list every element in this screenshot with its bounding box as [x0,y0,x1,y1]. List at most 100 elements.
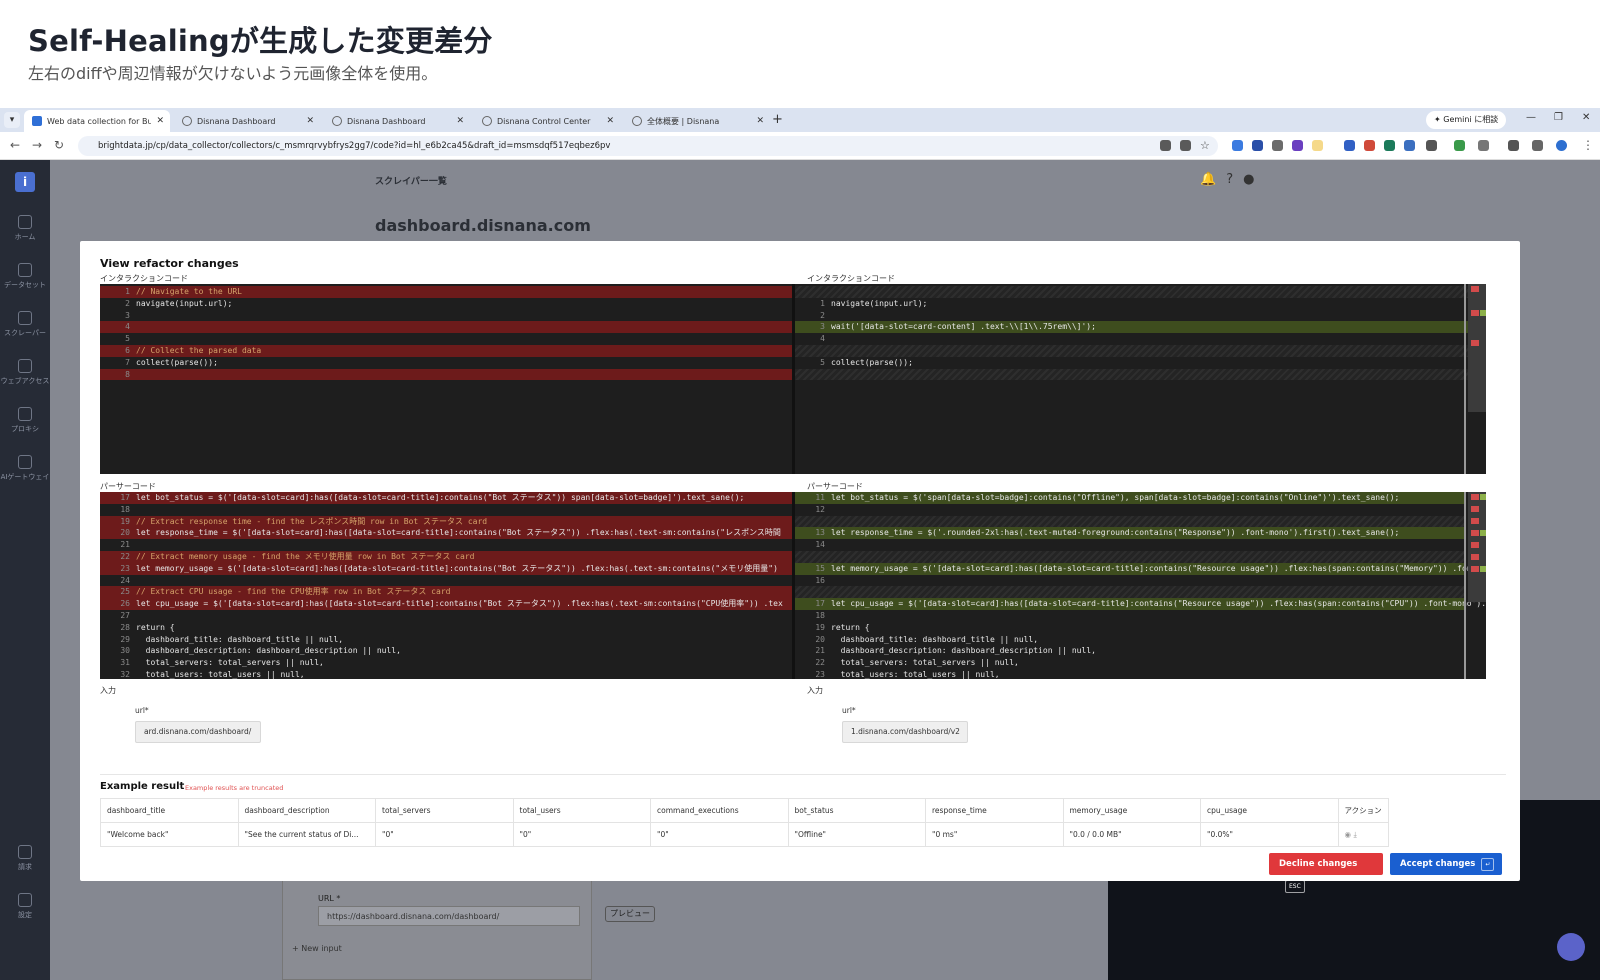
sidebar-item-scraper[interactable]: スクレーパー [0,311,50,338]
decline-changes-button[interactable]: Decline changes ESC [1269,853,1383,893]
tab-close-icon[interactable]: ✕ [756,116,764,126]
reload-icon[interactable]: ↻ [54,138,64,152]
code-line: 24 [100,575,792,587]
sidebar-item-label: スクレーパー [4,329,46,337]
forward-icon[interactable]: → [32,138,42,152]
help-icon[interactable]: ? [1226,172,1243,187]
code-line: 5 [100,333,792,345]
extension-icon[interactable] [1312,140,1323,151]
column-header: dashboard_title [100,798,239,823]
line-number: 19 [120,516,130,526]
sidebar-item-web-access[interactable]: ウェブアクセス [0,359,50,386]
browser-tab[interactable]: Disnana Dashboard ✕ [324,110,470,132]
code-line: 20 dashboard_title: dashboard_title || n… [795,634,1464,646]
code-text: let cpu_usage = $('[data-slot=card]:has(… [136,599,783,609]
tab-close-icon[interactable]: ✕ [306,116,314,126]
column-header: response_time [925,798,1064,823]
download-icon[interactable] [1508,140,1519,151]
line-number: 3 [820,322,825,332]
gemini-button[interactable]: ✦ Gemini に相談 [1426,111,1507,129]
code-line: 12 [795,504,1464,516]
diff-minimap[interactable] [1468,284,1486,412]
close-window-icon[interactable]: ✕ [1582,112,1590,123]
parser-diff-editor[interactable]: 17 let bot_status = $('[data-slot=card]:h… [100,492,1486,679]
line-number: 8 [125,369,130,379]
extension-icon[interactable] [1252,140,1263,151]
profile-avatar[interactable] [1556,140,1567,151]
tab-close-icon[interactable]: ✕ [456,116,464,126]
browser-tab[interactable]: Disnana Dashboard ✕ [174,110,320,132]
example-result-table: dashboard_title dashboard_description tota… [100,798,1389,847]
sidebar-item-dataset[interactable]: データセット [0,263,50,290]
editor-scrollbar[interactable] [1464,284,1466,474]
extension-icon[interactable] [1426,140,1437,151]
back-icon[interactable]: ← [10,138,20,152]
chat-icon[interactable] [1557,933,1585,961]
example-result-title: Example result [100,781,185,792]
code-line [795,286,1486,298]
table-cell: "Welcome back" [100,822,239,847]
line-number: 14 [815,540,825,550]
code-line [795,368,1486,381]
extension-icon[interactable] [1364,140,1375,151]
key-icon[interactable] [1180,140,1191,151]
extension-icon[interactable] [1232,140,1243,151]
extension-icon[interactable] [1404,140,1415,151]
line-number: 2 [820,310,825,320]
minimize-icon[interactable]: — [1526,112,1536,123]
media-icon[interactable] [1532,140,1543,151]
download-icon[interactable]: ⤓ [1353,830,1356,839]
favicon-icon [632,116,642,126]
url-input[interactable]: brightdata.jp/cp/data_collector/collecto… [78,136,1218,156]
url-field[interactable]: https://dashboard.disnana.com/dashboard/ [318,906,580,926]
editor-scrollbar[interactable] [1464,492,1466,679]
tab-close-icon[interactable]: ✕ [156,116,164,126]
sidebar-item-billing[interactable]: 請求 [0,845,50,872]
sidebar-item-ai-gateway[interactable]: AIゲートウェイ [0,455,50,482]
bell-icon[interactable]: 🔔 [1200,172,1226,187]
line-number: 22 [815,658,825,668]
extension-icon[interactable] [1272,140,1283,151]
diff-minimap[interactable] [1468,492,1486,602]
extensions-puzzle-icon[interactable] [1478,140,1489,151]
account-icon[interactable]: ● [1243,172,1264,187]
code-line: 16 [795,575,1464,587]
new-input-button[interactable]: + New input [292,944,342,953]
new-tab-button[interactable]: + [772,112,783,128]
tab-close-icon[interactable]: ✕ [606,116,614,126]
code-line: 30 dashboard_description: dashboard_desc… [100,645,792,657]
url-input-right[interactable]: 1.disnana.com/dashboard/v2 [842,721,968,743]
parser-label-left: パーサーコード [100,482,156,491]
sidebar-item-proxy[interactable]: プロキシ [0,407,50,434]
sidebar-item-home[interactable]: ホーム [0,215,50,242]
browser-tab[interactable]: 全体概要 | Disnana ✕ [624,110,770,132]
preview-button[interactable]: プレビュー [605,906,655,922]
table-cell: "Offline" [787,822,926,847]
extension-icon[interactable] [1344,140,1355,151]
extension-icon[interactable] [1454,140,1465,151]
app-logo[interactable]: i [15,172,35,192]
translate-icon[interactable] [1160,140,1171,151]
tab-search-chevron-icon[interactable]: ▾ [4,112,20,128]
browser-tab[interactable]: Web data collection for Busines ✕ [24,110,170,132]
sidebar-item-label: プロキシ [11,425,39,433]
maximize-icon[interactable]: ❐ [1554,112,1563,123]
breadcrumb[interactable]: スクレイパー一覧 [375,174,447,187]
line-number: 12 [815,504,825,514]
sidebar-item-settings[interactable]: 設定 [0,893,50,920]
bookmark-star-icon[interactable]: ☆ [1200,140,1211,151]
more-menu-icon[interactable]: ⋮ [1582,138,1594,152]
code-line: 21 [100,539,792,551]
code-text: // Extract memory usage - find the メモリ使用… [136,552,475,561]
url-input-left[interactable]: ard.disnana.com/dashboard/ [135,721,261,743]
home-icon [18,215,32,229]
divider [100,774,1506,775]
code-line [795,551,1464,563]
browser-tab[interactable]: Disnana Control Center ✕ [474,110,620,132]
interaction-diff-editor[interactable]: 1 // Navigate to the URL 2 navigate(input.u… [100,284,1486,474]
extension-icon[interactable] [1384,140,1395,151]
extension-icon[interactable] [1292,140,1303,151]
line-number: 22 [120,552,130,561]
accept-changes-button[interactable]: Accept changes ↵ [1390,853,1502,875]
code-text: return { [831,622,870,632]
